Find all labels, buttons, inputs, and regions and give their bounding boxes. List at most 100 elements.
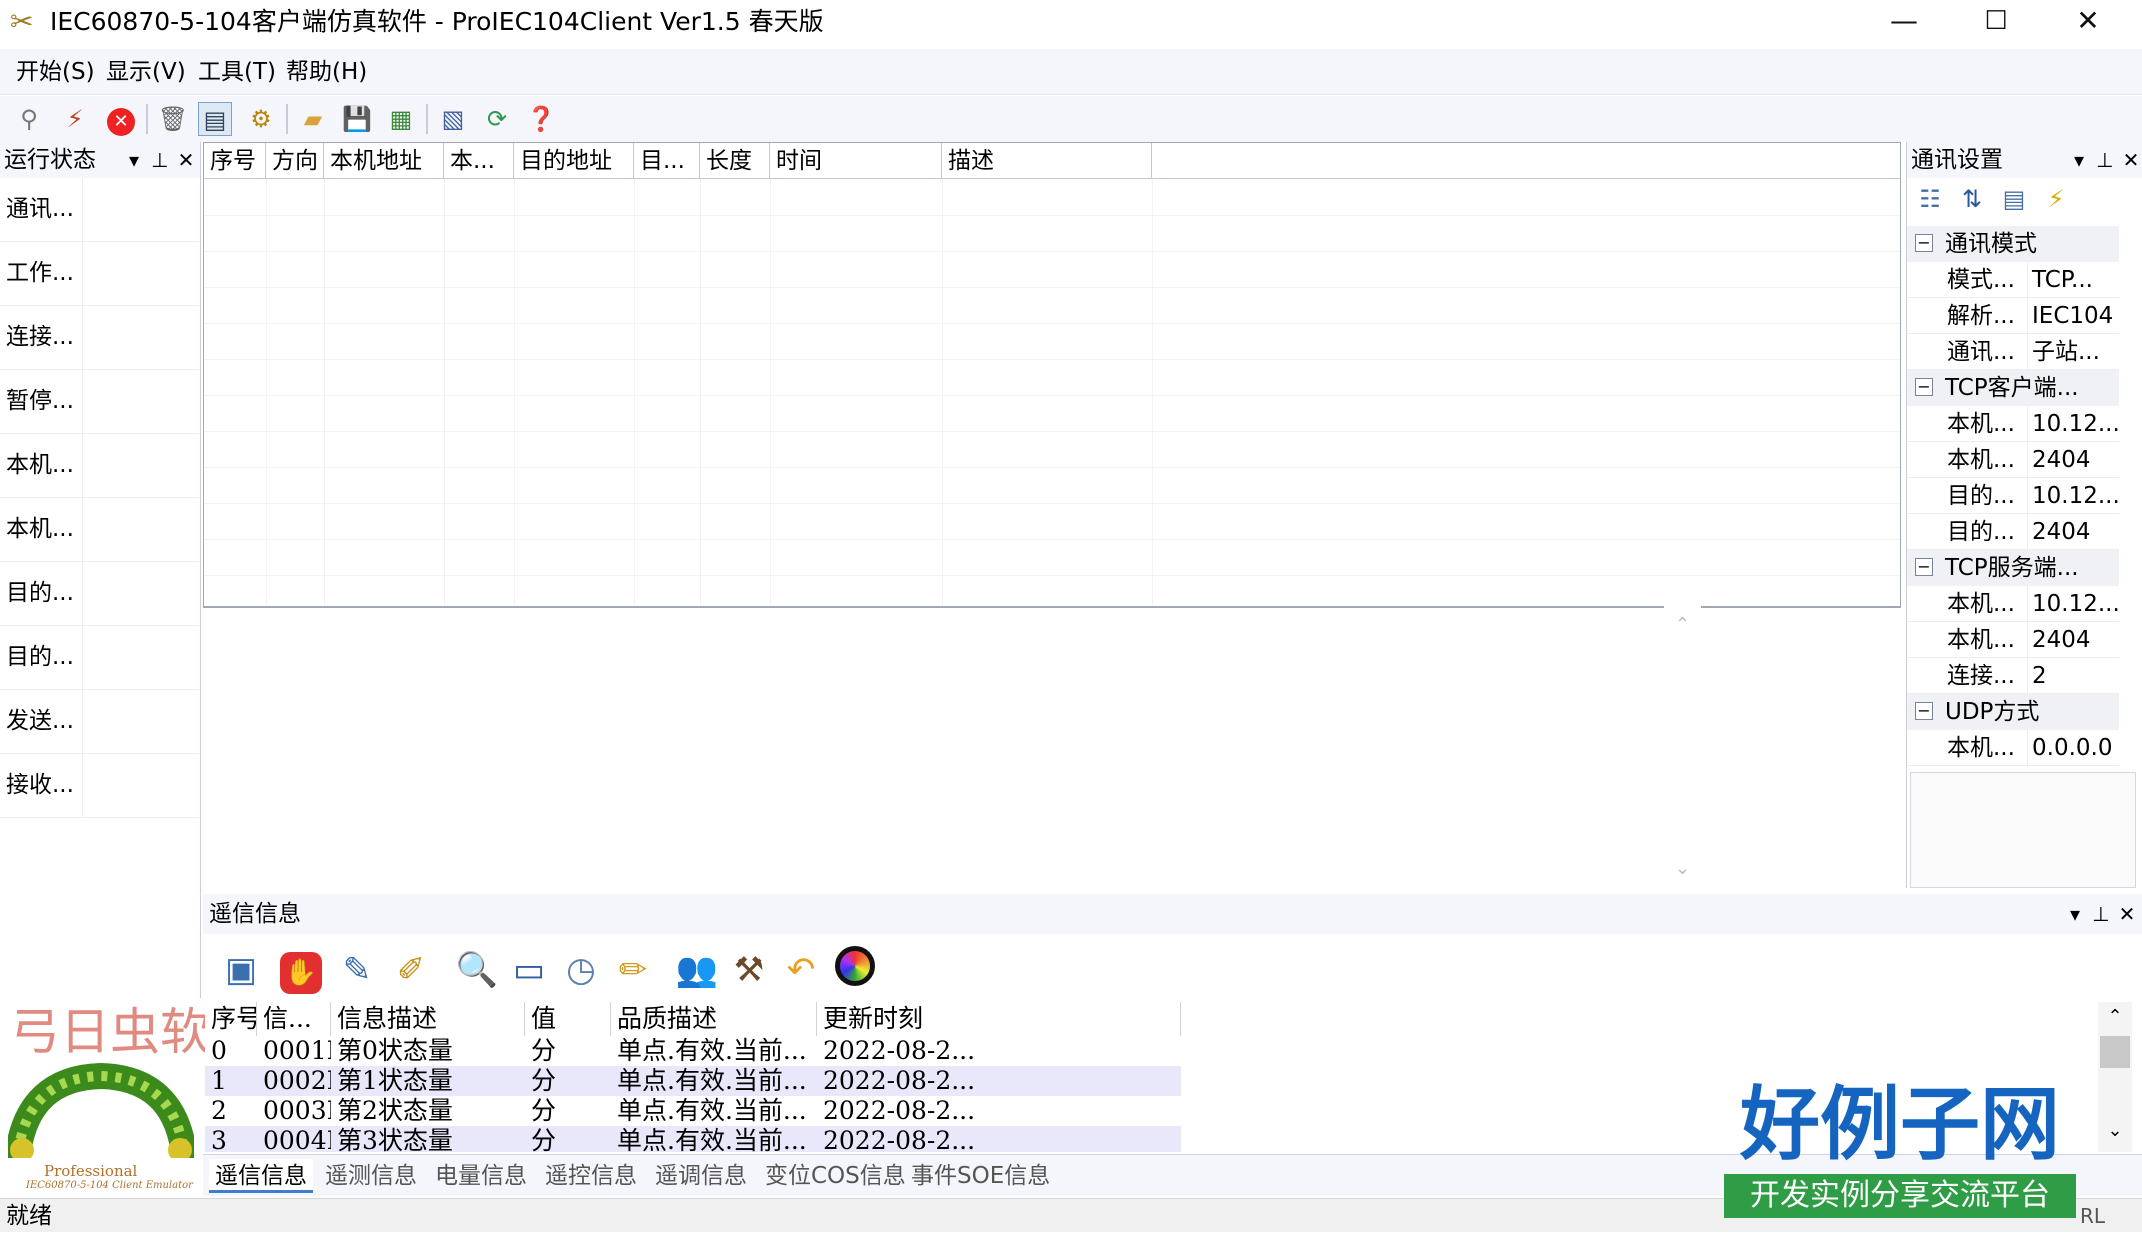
detail-scrollbar[interactable]: ⌃ ⌄ bbox=[1664, 606, 1701, 890]
property-value[interactable]: 2 bbox=[2027, 658, 2119, 694]
property-row[interactable]: 本机... 2404 bbox=[1907, 442, 2119, 478]
panel-dropdown-icon[interactable]: ▾ bbox=[122, 142, 146, 178]
property-value[interactable]: 2404 bbox=[2027, 442, 2119, 478]
column-header[interactable]: 描述 bbox=[942, 143, 1152, 179]
query-icon[interactable]: ▣ bbox=[217, 946, 265, 994]
column-header[interactable]: 本... bbox=[444, 143, 514, 179]
property-value[interactable]: 2404 bbox=[2027, 622, 2119, 658]
tab-remote-control[interactable]: 遥控信息 bbox=[539, 1159, 643, 1193]
column-header[interactable]: 方向 bbox=[266, 143, 324, 179]
users-icon[interactable]: 👥 bbox=[673, 946, 721, 994]
close-button[interactable]: ✕ bbox=[2042, 0, 2134, 44]
property-pages-icon[interactable]: ▤ bbox=[1997, 182, 2031, 216]
image-icon[interactable]: ▭ bbox=[505, 946, 553, 994]
column-header[interactable]: 更新时刻 bbox=[817, 1002, 1181, 1036]
categorized-icon[interactable]: ☷ bbox=[1913, 182, 1947, 216]
stop-sign-icon[interactable]: ✋ bbox=[277, 946, 325, 994]
column-header[interactable]: 本机地址 bbox=[324, 143, 444, 179]
sort-alpha-icon[interactable]: ⇅ bbox=[1955, 182, 1989, 216]
scroll-down-icon[interactable]: ⌄ bbox=[1664, 858, 1701, 879]
menu-view[interactable]: 显示(V) bbox=[106, 57, 186, 87]
write-icon[interactable]: ✏ bbox=[609, 946, 657, 994]
tab-telemetry[interactable]: 遥测信息 bbox=[319, 1159, 423, 1193]
column-header[interactable]: 信... bbox=[257, 1002, 331, 1036]
scroll-up-icon[interactable]: ⌃ bbox=[1664, 614, 1701, 635]
menu-tools[interactable]: 工具(T) bbox=[198, 57, 276, 87]
table-row[interactable]: 3 0004H 第3状态量 分 单点.有效.当前... 2022-08-2... bbox=[205, 1126, 1181, 1152]
pin-icon[interactable]: ⊥ bbox=[2089, 896, 2113, 932]
property-row[interactable]: 模式... TCP... bbox=[1907, 262, 2119, 298]
collapse-icon[interactable]: − bbox=[1915, 378, 1933, 396]
property-row[interactable]: 本机... 2404 bbox=[1907, 622, 2119, 658]
collapse-icon[interactable]: − bbox=[1915, 234, 1933, 252]
undo-icon[interactable]: ↶ bbox=[777, 946, 825, 994]
collapse-icon[interactable]: − bbox=[1915, 702, 1933, 720]
property-row[interactable]: 解析... IEC104 bbox=[1907, 298, 2119, 334]
column-header[interactable]: 目的地址 bbox=[514, 143, 634, 179]
category-tcp-server[interactable]: − TCP服务端... bbox=[1907, 550, 2119, 586]
tab-remote-signal[interactable]: 遥信信息 bbox=[209, 1159, 313, 1193]
save-icon[interactable]: 💾 bbox=[340, 102, 374, 136]
disconnect-icon[interactable]: ⚡ bbox=[58, 102, 92, 136]
pin-icon[interactable]: ⊥ bbox=[2093, 142, 2117, 178]
property-value[interactable]: 0.0.0.0 bbox=[2027, 730, 2119, 766]
table-row[interactable]: 1 0002H 第1状态量 分 单点.有效.当前... 2022-08-2... bbox=[205, 1066, 1181, 1096]
column-header[interactable]: 品质描述 bbox=[611, 1002, 817, 1036]
property-row[interactable]: 连接... 2 bbox=[1907, 658, 2119, 694]
tools-icon[interactable]: ⚙ bbox=[244, 102, 278, 136]
category-comm-mode[interactable]: − 通讯模式 bbox=[1907, 226, 2119, 262]
column-header[interactable]: 时间 bbox=[770, 143, 942, 179]
property-row[interactable]: 本机... 10.12... bbox=[1907, 586, 2119, 622]
property-value[interactable]: 10.12... bbox=[2027, 406, 2119, 442]
maximize-button[interactable]: ☐ bbox=[1950, 0, 2042, 44]
help-icon[interactable]: ❓ bbox=[524, 102, 558, 136]
column-header[interactable]: 序号 bbox=[205, 1002, 257, 1036]
table-scrollbar[interactable]: ⌃ ⌄ bbox=[2098, 1002, 2132, 1152]
property-row[interactable]: 本机... 0.0.0.0 bbox=[1907, 730, 2119, 766]
column-header[interactable]: 序号 bbox=[204, 143, 266, 179]
column-header[interactable]: 信息描述 bbox=[331, 1002, 525, 1036]
color-wheel-icon[interactable] bbox=[831, 946, 879, 994]
panel-close-icon[interactable]: ✕ bbox=[174, 142, 198, 178]
minimize-button[interactable]: — bbox=[1858, 0, 1950, 44]
column-header[interactable]: 值 bbox=[525, 1002, 611, 1036]
scroll-down-icon[interactable]: ⌄ bbox=[2098, 1120, 2132, 1141]
menu-help[interactable]: 帮助(H) bbox=[286, 57, 367, 87]
property-value[interactable]: 子站... bbox=[2027, 334, 2119, 370]
message-detail-pane[interactable] bbox=[203, 606, 1901, 890]
stop-icon[interactable]: ✕ bbox=[104, 102, 138, 136]
panel-dropdown-icon[interactable]: ▾ bbox=[2067, 142, 2091, 178]
property-row[interactable]: 目的... 2404 bbox=[1907, 514, 2119, 550]
search-icon[interactable]: 🔍 bbox=[453, 946, 501, 994]
pin-icon[interactable]: ⊥ bbox=[148, 142, 172, 178]
table-row[interactable]: 0 0001H 第0状态量 分 单点.有效.当前... 2022-08-2... bbox=[205, 1036, 1181, 1066]
tab-energy[interactable]: 电量信息 bbox=[429, 1159, 533, 1193]
clear-icon[interactable]: 🗑 bbox=[156, 102, 190, 136]
property-value[interactable]: IEC104 bbox=[2027, 298, 2119, 334]
open-folder-icon[interactable]: ▰ bbox=[296, 102, 330, 136]
category-udp[interactable]: − UDP方式 bbox=[1907, 694, 2119, 730]
panel-dropdown-icon[interactable]: ▾ bbox=[2063, 896, 2087, 932]
collapse-icon[interactable]: − bbox=[1915, 558, 1933, 576]
scroll-thumb[interactable] bbox=[2100, 1036, 2130, 1068]
tab-remote-adjust[interactable]: 遥调信息 bbox=[649, 1159, 753, 1193]
export-icon[interactable]: ▦ bbox=[384, 102, 418, 136]
property-row[interactable]: 目的... 10.12... bbox=[1907, 478, 2119, 514]
column-header[interactable]: 目... bbox=[634, 143, 700, 179]
menu-start[interactable]: 开始(S) bbox=[16, 57, 95, 87]
column-header[interactable]: 长度 bbox=[700, 143, 770, 179]
pencil-icon[interactable]: ✐ bbox=[387, 946, 435, 994]
property-row[interactable]: 通讯... 子站... bbox=[1907, 334, 2119, 370]
panel-close-icon[interactable]: ✕ bbox=[2119, 142, 2142, 178]
property-value[interactable]: 10.12... bbox=[2027, 586, 2119, 622]
refresh-icon[interactable]: ⟳ bbox=[480, 102, 514, 136]
report-icon[interactable]: ▧ bbox=[436, 102, 470, 136]
hammer-icon[interactable]: ⚒ bbox=[725, 946, 773, 994]
property-value[interactable]: TCP... bbox=[2027, 262, 2119, 298]
category-tcp-client[interactable]: − TCP客户端... bbox=[1907, 370, 2119, 406]
table-row[interactable]: 2 0003H 第2状态量 分 单点.有效.当前... 2022-08-2... bbox=[205, 1096, 1181, 1126]
save-log-icon[interactable]: ▤ bbox=[198, 102, 232, 136]
panel-close-icon[interactable]: ✕ bbox=[2115, 896, 2139, 932]
tab-soe[interactable]: 事件SOE信息 bbox=[905, 1159, 1056, 1193]
events-icon[interactable]: ⚡ bbox=[2039, 182, 2073, 216]
